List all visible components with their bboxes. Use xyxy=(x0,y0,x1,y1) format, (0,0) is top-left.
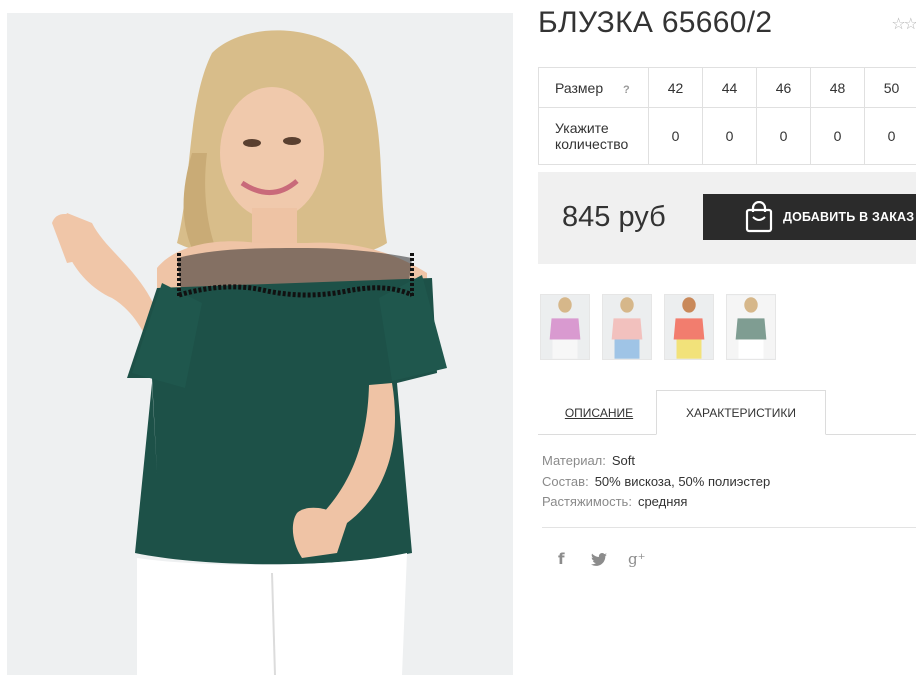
size-label: Размер xyxy=(555,79,604,96)
product-tabs: ОПИСАНИЕ ХАРАКТЕРИСТИКИ xyxy=(538,390,916,435)
thumbnail-image xyxy=(665,295,713,359)
size-46: 46 xyxy=(756,67,811,108)
thumbnail-image xyxy=(727,295,775,359)
spec-value: средняя xyxy=(637,494,688,509)
thumbnail-blouse xyxy=(611,318,643,340)
spec-row-material: Материал: Soft xyxy=(542,451,770,472)
thumbnail-image xyxy=(603,295,651,359)
quantity-input-42[interactable]: 0 xyxy=(648,107,703,165)
spec-key: Растяжимость: xyxy=(542,494,632,509)
quantity-label-line1: Укажите xyxy=(555,120,609,136)
size-44: 44 xyxy=(702,67,757,108)
spec-key: Материал: xyxy=(542,453,606,468)
characteristics-list: Материал: Soft Состав: 50% вискоза, 50% по… xyxy=(542,451,770,513)
spec-row-composition: Состав: 50% вискоза, 50% полиэстер xyxy=(542,472,770,493)
thumbnail-blouse xyxy=(549,318,581,340)
quantity-label-line2: количество xyxy=(555,136,629,152)
price-amount: 845 руб xyxy=(562,201,666,233)
google-plus-icon[interactable]: g⁺ xyxy=(628,550,646,568)
quantity-row: Укажите количество 0 0 0 0 0 xyxy=(538,107,916,165)
size-quantity-table: Размер ? 42 44 46 48 50 Укажите количест… xyxy=(538,67,916,165)
quantity-input-48[interactable]: 0 xyxy=(810,107,865,165)
section-divider xyxy=(542,527,916,528)
size-row: Размер ? 42 44 46 48 50 xyxy=(538,67,916,108)
thumbnail-image xyxy=(541,295,589,359)
spec-key: Состав: xyxy=(542,473,589,489)
thumbnail-pink[interactable] xyxy=(540,294,590,360)
size-48: 48 xyxy=(810,67,865,108)
facebook-icon[interactable]: f xyxy=(558,550,565,568)
tab-description[interactable]: ОПИСАНИЕ xyxy=(542,390,656,435)
size-help-icon[interactable]: ? xyxy=(623,84,630,96)
spec-value: Soft xyxy=(611,453,636,468)
quantity-input-44[interactable]: 0 xyxy=(702,107,757,165)
rating-stars[interactable]: ☆☆ xyxy=(891,14,916,34)
product-title: БЛУЗКА 65660/2 xyxy=(538,6,773,39)
thumbnail-coral[interactable] xyxy=(664,294,714,360)
product-main-photo[interactable] xyxy=(7,13,513,675)
size-label-cell: Размер ? xyxy=(538,67,649,108)
thumbnail-blouse xyxy=(735,318,767,340)
spec-row-stretch: Растяжимость: средняя xyxy=(542,492,770,513)
size-42: 42 xyxy=(648,67,703,108)
tab-characteristics[interactable]: ХАРАКТЕРИСТИКИ xyxy=(656,390,826,435)
add-to-order-label: ДОБАВИТЬ В ЗАКАЗ xyxy=(783,210,915,224)
quantity-label-cell: Укажите количество xyxy=(538,107,649,165)
add-to-order-button[interactable]: ДОБАВИТЬ В ЗАКАЗ xyxy=(703,194,916,240)
product-photo-illustration xyxy=(7,13,513,675)
thumbnail-light-pink[interactable] xyxy=(602,294,652,360)
spec-value: 50% вискоза, 50% полиэстер xyxy=(594,473,771,489)
product-details: БЛУЗКА 65660/2 ☆☆ Размер ? 42 44 46 48 5… xyxy=(538,0,916,675)
star-outline-icon[interactable]: ☆ xyxy=(891,16,905,33)
shopping-bag-icon xyxy=(745,201,773,233)
quantity-input-50[interactable]: 0 xyxy=(864,107,916,165)
price-box: 845 руб ДОБАВИТЬ В ЗАКАЗ xyxy=(538,172,916,264)
star-outline-icon[interactable]: ☆ xyxy=(904,16,916,33)
size-50: 50 xyxy=(864,67,916,108)
thumbnail-blouse xyxy=(673,318,705,340)
thumbnail-grey-green[interactable] xyxy=(726,294,776,360)
quantity-input-46[interactable]: 0 xyxy=(756,107,811,165)
twitter-icon[interactable] xyxy=(591,553,607,567)
